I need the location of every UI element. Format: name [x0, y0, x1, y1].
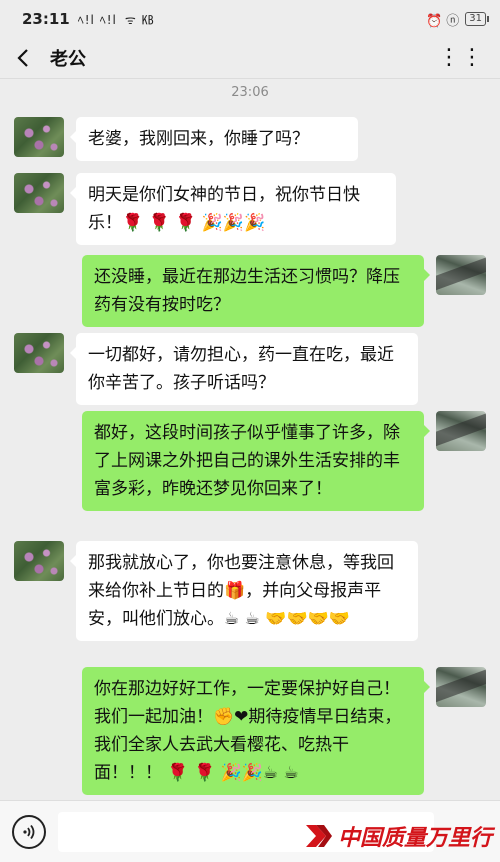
- message-bubble[interactable]: 老婆，我刚回来，你睡了吗？: [70, 117, 358, 161]
- message-row: 都好，这段时间孩子似乎懂事了许多，除了上网课之外把自己的课外生活安排的丰富多彩，…: [82, 411, 486, 511]
- alarm-icon: ⏰ ⓝ: [425, 13, 460, 29]
- message-row: 你在那边好好工作，一定要保护好自己！我们一起加油！✊❤期待疫情早日结束，我们全家…: [82, 667, 486, 795]
- message-bubble[interactable]: 都好，这段时间孩子似乎懂事了许多，除了上网课之外把自己的课外生活安排的丰富多彩，…: [82, 411, 430, 511]
- network-icon: ᯤ ㎅: [124, 12, 155, 27]
- message-row: 一切都好，请勿担心，药一直在吃，最近你辛苦了。孩子听话吗？: [14, 333, 418, 405]
- message-bubble[interactable]: 你在那边好好工作，一定要保护好自己！我们一起加油！✊❤期待疫情早日结束，我们全家…: [82, 667, 430, 795]
- contact-avatar[interactable]: [14, 541, 64, 581]
- self-avatar[interactable]: [436, 411, 486, 451]
- message-bubble[interactable]: 那我就放心了，你也要注意休息，等我回来给你补上节日的🎁，并向父母报声平安，叫他们…: [70, 541, 418, 641]
- chat-header: 老公 ⋮⋮: [0, 38, 500, 78]
- contact-avatar[interactable]: [14, 333, 64, 373]
- header-left: 老公: [14, 45, 86, 71]
- message-row: 还没睡，最近在那边生活还习惯吗？降压药有没有按时吃？: [82, 255, 486, 327]
- watermark-text: 中国质量万里行: [337, 825, 492, 851]
- status-time: 23:11: [22, 10, 70, 28]
- header-divider: [0, 78, 500, 79]
- message-row: 那我就放心了，你也要注意休息，等我回来给你补上节日的🎁，并向父母报声平安，叫他们…: [14, 541, 418, 641]
- self-avatar[interactable]: [436, 667, 486, 707]
- self-avatar[interactable]: [436, 255, 486, 295]
- watermark-logo-icon: [305, 825, 332, 847]
- message-bubble[interactable]: 还没睡，最近在那边生活还习惯吗？降压药有没有按时吃？: [82, 255, 430, 327]
- status-left: 23:11 ﾍ!l ﾍ!l ᯤ ㎅: [22, 10, 155, 28]
- back-arrow-icon[interactable]: [14, 48, 34, 68]
- message-row: 明天是你们女神的节日，祝你节日快乐！🌹 🌹 🌹 🎉🎉🎉: [14, 173, 396, 245]
- battery-icon: 31: [465, 12, 489, 26]
- more-options-icon[interactable]: ⋮⋮: [438, 47, 484, 69]
- contact-avatar[interactable]: [14, 173, 64, 213]
- message-timestamp: 23:06: [231, 85, 269, 100]
- watermark: 中国质量万里行: [304, 820, 492, 852]
- status-bar: 23:11 ﾍ!l ﾍ!l ᯤ ㎅ ⏰ ⓝ 31: [0, 0, 500, 38]
- message-bubble[interactable]: 明天是你们女神的节日，祝你节日快乐！🌹 🌹 🌹 🎉🎉🎉: [70, 173, 396, 245]
- status-right: ⏰ ⓝ 31: [425, 10, 489, 29]
- contact-avatar[interactable]: [14, 117, 64, 157]
- voice-input-icon[interactable]: [12, 814, 46, 849]
- chat-title: 老公: [50, 49, 86, 70]
- message-row: 老婆，我刚回来，你睡了吗？: [14, 117, 358, 161]
- message-bubble[interactable]: 一切都好，请勿担心，药一直在吃，最近你辛苦了。孩子听话吗？: [70, 333, 418, 405]
- signal-icon: ﾍ!l ﾍ!l: [77, 12, 117, 27]
